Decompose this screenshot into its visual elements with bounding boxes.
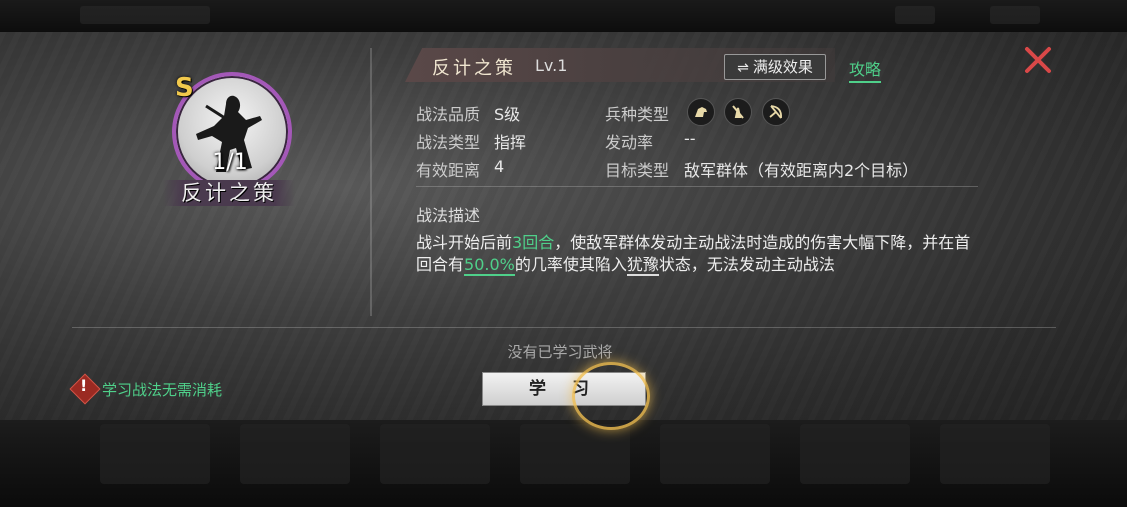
- general-card: [940, 424, 1050, 484]
- attribute-divider: [416, 186, 978, 187]
- troop-type-label: 兵种类型: [605, 105, 670, 124]
- rate-value: --: [684, 129, 696, 148]
- top-bar-blurred-item: [990, 6, 1040, 24]
- bottom-bar: [0, 420, 1127, 507]
- no-learned-generals-text: 没有已学习武将: [507, 343, 613, 361]
- skill-description: 战斗开始后前3回合，使敌军群体发动主动战法时造成的伤害大幅下降，并在首回合有50…: [416, 232, 986, 276]
- max-effect-button[interactable]: ⇌ 满级效果: [724, 54, 826, 80]
- max-effect-label: 满级效果: [752, 58, 813, 76]
- top-bar-blurred-item: [80, 6, 210, 24]
- description-text: 状态，无法发动主动战法: [658, 255, 835, 274]
- cost-note: 学习战法无需消耗: [102, 381, 223, 399]
- general-card: [240, 424, 350, 484]
- status-term-link[interactable]: 犹豫: [626, 255, 659, 276]
- general-card: [800, 424, 910, 484]
- top-bar-blurred-item: [895, 6, 935, 24]
- infantry-icon: [724, 98, 752, 126]
- skill-name-banner: 反计之策: [163, 180, 295, 206]
- target-label: 目标类型: [605, 161, 670, 180]
- description-text: 战斗开始后前: [416, 233, 513, 252]
- top-bar: [0, 0, 1127, 32]
- close-button[interactable]: [1022, 44, 1054, 76]
- type-label: 战法类型: [416, 133, 481, 152]
- chance-highlight[interactable]: 50.0%: [464, 255, 515, 276]
- skill-title: 反计之策: [432, 58, 516, 79]
- general-card: [380, 424, 490, 484]
- rate-label: 发动率: [605, 133, 654, 152]
- quality-label: 战法品质: [416, 105, 481, 124]
- target-value: 敌军群体（有效距离内2个目标）: [684, 161, 919, 180]
- quality-value: S级: [494, 105, 521, 124]
- cavalry-icon: [687, 98, 715, 126]
- skill-level: Lv.1: [535, 56, 568, 75]
- guide-link[interactable]: 攻略: [849, 56, 882, 83]
- swap-icon: ⇌: [737, 60, 749, 76]
- rounds-highlight: 3回合: [512, 233, 555, 252]
- exclamation-icon: !: [80, 376, 88, 395]
- type-value: 指挥: [494, 133, 527, 152]
- description-text: 的几率使其陷入: [514, 255, 627, 274]
- general-card: [660, 424, 770, 484]
- description-title: 战法描述: [416, 206, 481, 225]
- learn-button[interactable]: 学 习: [482, 372, 646, 406]
- general-card: [100, 424, 210, 484]
- archer-icon: [762, 98, 790, 126]
- close-icon: [1025, 47, 1051, 73]
- vertical-divider: [370, 48, 372, 316]
- skill-count: 1/1: [212, 150, 248, 175]
- grade-badge: S: [175, 73, 194, 103]
- range-value: 4: [494, 157, 505, 176]
- general-card: [520, 424, 630, 484]
- footer-divider: [72, 327, 1056, 328]
- range-label: 有效距离: [416, 161, 481, 180]
